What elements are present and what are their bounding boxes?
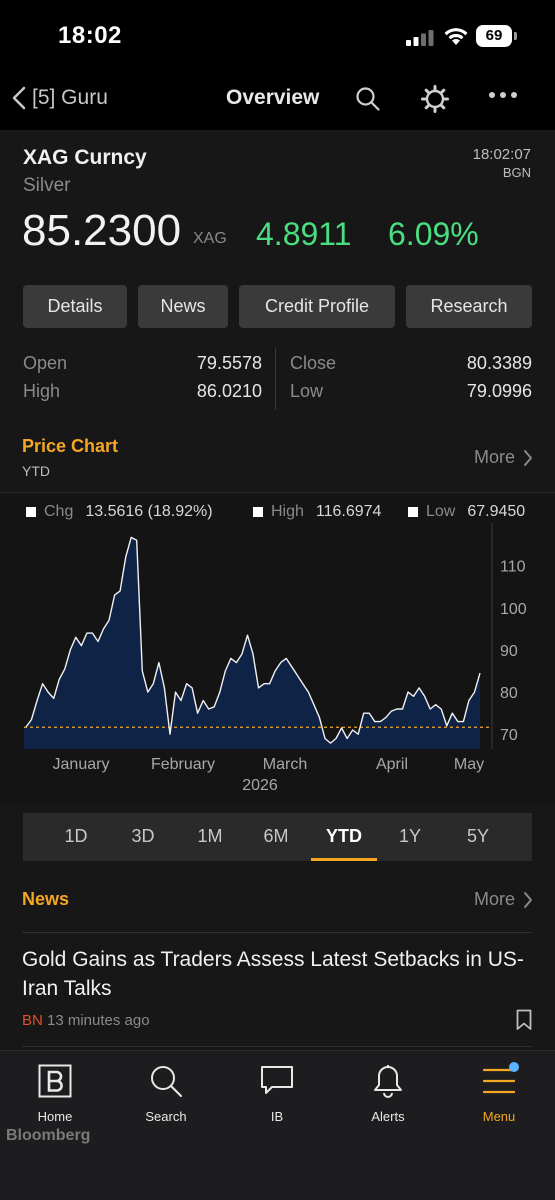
- low-label: Low: [290, 381, 324, 401]
- news-timestamp: 13 minutes ago: [47, 1012, 150, 1029]
- price-change: 4.8911: [256, 216, 352, 252]
- range-tab-1m[interactable]: 1M: [193, 813, 227, 861]
- tab-home[interactable]: Home: [10, 1063, 100, 1124]
- nav-bar: [5] Guru Overview: [0, 72, 555, 130]
- open-label: Open: [23, 353, 68, 373]
- details-button[interactable]: Details: [23, 285, 127, 328]
- cellular-signal-icon: [406, 30, 434, 46]
- y-tick-label: 110: [500, 559, 526, 576]
- y-tick-label: 100: [500, 601, 527, 618]
- page-title: Overview: [226, 86, 320, 109]
- last-price: 85.2300: [22, 206, 182, 255]
- high-label: High: [23, 381, 61, 401]
- status-bar: 18:02 69: [0, 0, 555, 72]
- credit-profile-button[interactable]: Credit Profile: [239, 285, 395, 328]
- tab-search[interactable]: Search: [121, 1063, 211, 1124]
- range-tab-ytd[interactable]: YTD: [311, 813, 377, 861]
- ticker-symbol: XAG Curncy: [23, 146, 147, 169]
- chevron-left-icon: [12, 86, 26, 110]
- research-button[interactable]: Research: [406, 285, 532, 328]
- open-value: 79.5578: [196, 353, 262, 373]
- search-icon[interactable]: [355, 86, 381, 112]
- price-chart-more-link[interactable]: More: [474, 447, 533, 468]
- battery-level: 69: [476, 25, 512, 47]
- high-value: 86.0210: [196, 381, 262, 401]
- tab-ib[interactable]: IB: [232, 1063, 322, 1124]
- chart-canvas: 110 100 90 80 70 January February March April May…: [24, 523, 527, 794]
- x-tick-label: February: [151, 756, 215, 773]
- more-label: More: [473, 447, 515, 467]
- security-name: Silver: [23, 175, 71, 196]
- tab-menu[interactable]: Menu: [454, 1063, 544, 1124]
- chevron-right-icon: [524, 449, 532, 466]
- tab-label: Menu: [482, 1109, 516, 1124]
- active-range-indicator: [311, 858, 377, 861]
- tab-label: Home: [37, 1109, 73, 1124]
- price-area-fill: [24, 537, 480, 749]
- news-source: BN: [22, 1012, 43, 1029]
- more-label: More: [473, 889, 515, 909]
- news-headline[interactable]: Gold Gains as Traders Assess Latest Setb…: [22, 945, 532, 1003]
- bloomberg-home-icon: [38, 1064, 72, 1098]
- price-chart[interactable]: Chg 13.5616 (18.92%) High 116.6974 Low 6…: [0, 492, 555, 806]
- range-tab-1d[interactable]: 1D: [23, 813, 129, 861]
- price-unit: XAG: [193, 230, 227, 247]
- x-tick-label: March: [263, 756, 307, 773]
- x-axis-year-label: 2026: [242, 777, 278, 794]
- x-tick-label: April: [376, 756, 408, 773]
- y-tick-label: 70: [500, 727, 518, 744]
- back-button[interactable]: [5] Guru: [12, 86, 108, 110]
- tab-alerts[interactable]: Alerts: [343, 1063, 433, 1124]
- x-tick-label: May: [454, 756, 484, 773]
- divider: [22, 932, 532, 933]
- news-section-title: News: [22, 889, 70, 909]
- stats-divider: [275, 348, 276, 410]
- divider: [22, 1046, 532, 1047]
- low-value: 79.0996: [466, 381, 532, 401]
- brand-logo: Bloomberg: [6, 1127, 91, 1144]
- range-tab-5y[interactable]: 5Y: [461, 813, 495, 861]
- range-tab-3d[interactable]: 3D: [129, 813, 157, 861]
- status-time: 18:02: [58, 22, 122, 49]
- price-chart-title: Price Chart: [22, 436, 119, 456]
- tab-label: Search: [145, 1109, 187, 1124]
- bottom-tab-bar: Home Search IB Alerts Menu Bloomberg: [0, 1050, 555, 1200]
- more-options-icon[interactable]: [488, 90, 518, 100]
- price-change-percent: 6.09%: [388, 216, 479, 252]
- close-value: 80.3389: [466, 353, 532, 373]
- chat-bubble-icon: [261, 1066, 293, 1094]
- bell-icon: [374, 1065, 402, 1098]
- hamburger-menu-icon: [483, 1068, 515, 1094]
- overview-panel: XAG Curncy Silver 18:02:07 BGN 85.2300 X…: [0, 130, 555, 1050]
- quote-time: 18:02:07: [472, 146, 531, 163]
- range-tab-6m[interactable]: 6M: [259, 813, 293, 861]
- tab-label: IB: [270, 1109, 284, 1124]
- y-tick-label: 80: [500, 685, 518, 702]
- wifi-icon: [444, 28, 468, 45]
- close-label: Close: [290, 353, 337, 373]
- bookmark-icon[interactable]: [516, 1009, 532, 1031]
- notification-dot: [509, 1062, 519, 1072]
- price-chart-period: YTD: [22, 463, 50, 479]
- quote-source: BGN: [502, 165, 531, 180]
- news-button[interactable]: News: [138, 285, 228, 328]
- news-more-link[interactable]: More: [474, 889, 533, 910]
- time-range-selector: 1D 3D 1M 6M YTD 1Y 5Y: [23, 813, 532, 861]
- search-icon: [151, 1066, 182, 1097]
- battery-tip: [514, 32, 517, 40]
- x-tick-label: January: [53, 756, 110, 773]
- range-tab-1y[interactable]: 1Y: [395, 813, 425, 861]
- back-label: [5] Guru: [32, 86, 108, 109]
- y-tick-label: 90: [500, 643, 518, 660]
- tab-label: Alerts: [371, 1109, 405, 1124]
- chevron-right-icon: [524, 891, 532, 908]
- battery-indicator: 69: [476, 25, 518, 47]
- settings-gear-icon[interactable]: [420, 84, 450, 114]
